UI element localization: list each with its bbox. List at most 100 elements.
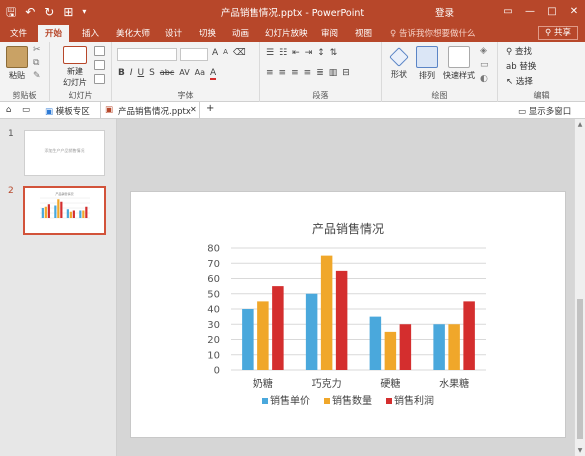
tab-design[interactable]: 设计 bbox=[165, 27, 182, 39]
login-link[interactable]: 登录 bbox=[435, 5, 454, 19]
shape-effects-icon[interactable]: ◐ bbox=[480, 74, 489, 84]
char-spacing-button[interactable]: AV bbox=[179, 68, 189, 80]
tab-beautify-master[interactable]: 美化大师 bbox=[116, 27, 150, 39]
find-button[interactable]: ⚲ 查找 bbox=[506, 45, 536, 57]
close-button[interactable]: ✕ bbox=[563, 0, 585, 24]
slide-canvas[interactable]: 产品销售情况 0 10 20 30 40 50 60 70 80 奶糖 巧克力 硬糖 水果糖 销售单价 销售… bbox=[130, 191, 566, 438]
scrollbar-thumb[interactable] bbox=[577, 299, 583, 439]
align-right-icon[interactable]: ≡ bbox=[291, 68, 299, 78]
new-tab-icon[interactable]: + bbox=[206, 103, 214, 114]
new-slide-button[interactable]: 新建 幻灯片 bbox=[58, 46, 92, 88]
scroll-down-icon[interactable]: ▼ bbox=[575, 447, 585, 454]
home-icon[interactable]: ⌂ bbox=[6, 105, 11, 115]
shape-outline-icon[interactable]: ▭ bbox=[480, 60, 489, 70]
slide-thumbnail-2[interactable]: 产品销售情况 bbox=[23, 186, 106, 235]
scroll-up-icon[interactable]: ▲ bbox=[575, 121, 585, 128]
reset-icon[interactable] bbox=[94, 60, 105, 70]
tab-review[interactable]: 审阅 bbox=[321, 27, 338, 39]
y-tick-label: 50 bbox=[207, 289, 220, 300]
slide-thumbnail-1[interactable]: 添加生产产品销售情况 bbox=[24, 130, 105, 176]
cut-icon[interactable]: ✂ bbox=[33, 45, 41, 55]
tab-insert[interactable]: 插入 bbox=[82, 27, 99, 39]
columns-icon[interactable]: ▥ bbox=[329, 68, 338, 78]
tell-me-search[interactable]: ♀ 告诉我你想要做什么 bbox=[390, 27, 475, 39]
arrange-button[interactable]: 排列 bbox=[414, 46, 440, 81]
text-direction-icon[interactable]: ⇅ bbox=[330, 48, 338, 58]
numbering-icon[interactable]: ☷ bbox=[279, 48, 287, 58]
shapes-button[interactable]: 形状 bbox=[386, 46, 412, 80]
bullets-icon[interactable]: ☰ bbox=[266, 48, 274, 58]
replace-icon: ab bbox=[506, 62, 520, 72]
tab-slide-show[interactable]: 幻灯片放映 bbox=[265, 27, 308, 39]
increase-indent-icon[interactable]: ⇥ bbox=[305, 48, 313, 58]
thumbnail-number-1: 1 bbox=[8, 129, 14, 139]
tab-home[interactable]: 开始 bbox=[38, 25, 70, 42]
y-tick-label: 30 bbox=[207, 320, 220, 331]
align-center-icon[interactable]: ≡ bbox=[279, 68, 287, 78]
bar bbox=[335, 270, 348, 370]
quick-styles-button[interactable]: 快速样式 bbox=[442, 46, 476, 81]
shape-fill-icon[interactable]: ◈ bbox=[480, 46, 489, 56]
cursor-icon: ↖ bbox=[506, 77, 516, 87]
templates-tab[interactable]: ▣ 模板专区 bbox=[45, 105, 90, 117]
show-windows-button[interactable]: ▭ 显示多窗口 bbox=[518, 105, 571, 117]
font-name-combo[interactable] bbox=[117, 48, 177, 61]
increase-font-icon[interactable]: A bbox=[212, 48, 218, 58]
folder-icon[interactable]: ▭ bbox=[22, 105, 30, 115]
bold-button[interactable]: B bbox=[118, 68, 125, 80]
font-size-combo[interactable] bbox=[180, 48, 208, 61]
section-icon[interactable] bbox=[94, 74, 105, 84]
bar bbox=[272, 286, 284, 370]
shadow-button[interactable]: S bbox=[149, 68, 155, 80]
new-slide-label-line1: 新建 bbox=[67, 67, 83, 76]
title-bar: 🖫 ↶ ↻ ⊞ ▾ 产品销售情况.pptx - PowerPoint 登录 ▭ … bbox=[0, 0, 585, 24]
bar bbox=[369, 316, 382, 370]
align-left-icon[interactable]: ≡ bbox=[266, 68, 274, 78]
mini-chart-title: 产品销售情况 bbox=[55, 191, 73, 196]
distribute-icon[interactable]: ≣ bbox=[316, 68, 324, 78]
paste-button[interactable]: 粘贴 bbox=[4, 46, 30, 81]
tab-animations[interactable]: 动画 bbox=[232, 27, 249, 39]
italic-button[interactable]: I bbox=[130, 68, 133, 80]
line-spacing-icon[interactable]: ↕ bbox=[317, 48, 325, 58]
replace-button[interactable]: ab 替换 bbox=[506, 60, 536, 72]
x-tick-label: 巧克力 bbox=[312, 377, 342, 390]
underline-button[interactable]: U bbox=[138, 68, 145, 80]
y-tick-label: 0 bbox=[214, 366, 220, 377]
tab-view[interactable]: 视图 bbox=[355, 27, 372, 39]
arrange-icon bbox=[416, 46, 438, 68]
decrease-indent-icon[interactable]: ⇤ bbox=[292, 48, 300, 58]
paragraph-group: ☰ ☷ ⇤ ⇥ ↕ ⇅ ≡ ≡ ≡ ≡ ≣ ▥ ⊟ 段落 bbox=[260, 42, 382, 102]
vertical-scrollbar[interactable]: ▲ ▼ bbox=[574, 119, 585, 456]
change-case-button[interactable]: Aa bbox=[195, 68, 205, 80]
y-tick-label: 20 bbox=[207, 335, 220, 346]
font-color-button[interactable]: A bbox=[210, 68, 217, 80]
file-tab[interactable]: ▣ 产品销售情况.pptx ✕ bbox=[100, 102, 200, 119]
tab-transitions[interactable]: 切换 bbox=[199, 27, 216, 39]
tab-file[interactable]: 文件 bbox=[10, 27, 27, 39]
copy-icon[interactable]: ⧉ bbox=[33, 58, 41, 68]
legend-swatch bbox=[262, 398, 268, 404]
share-button[interactable]: ⚲ 共享 bbox=[538, 26, 578, 40]
ribbon-display-options-icon[interactable]: ▭ bbox=[497, 0, 519, 24]
align-text-icon[interactable]: ⊟ bbox=[342, 68, 350, 78]
close-tab-icon[interactable]: ✕ bbox=[190, 105, 197, 114]
decrease-font-icon[interactable]: A bbox=[223, 48, 228, 58]
clear-format-icon[interactable]: ⌫ bbox=[233, 48, 246, 58]
strikethrough-button[interactable]: abc bbox=[160, 68, 174, 80]
shapes-label: 形状 bbox=[391, 70, 407, 79]
clipboard-group-label: 剪贴板 bbox=[12, 91, 37, 100]
x-tick-label: 水果糖 bbox=[439, 377, 469, 390]
minimize-button[interactable]: — bbox=[519, 0, 541, 24]
layout-icon[interactable] bbox=[94, 46, 105, 56]
justify-icon[interactable]: ≡ bbox=[304, 68, 312, 78]
quick-styles-icon bbox=[448, 46, 470, 68]
replace-label: 替换 bbox=[519, 62, 537, 72]
restore-button[interactable]: □ bbox=[541, 0, 563, 24]
mini-bar bbox=[47, 204, 50, 218]
bar-chart[interactable]: 0 10 20 30 40 50 60 70 80 奶糖 巧克力 硬糖 水果糖销售单价 销售数量 销售利润 bbox=[131, 192, 567, 439]
select-button[interactable]: ↖ 选择 bbox=[506, 75, 536, 87]
format-painter-icon[interactable]: ✎ bbox=[33, 71, 41, 81]
bar bbox=[463, 301, 475, 370]
templates-icon: ▣ bbox=[45, 107, 56, 117]
